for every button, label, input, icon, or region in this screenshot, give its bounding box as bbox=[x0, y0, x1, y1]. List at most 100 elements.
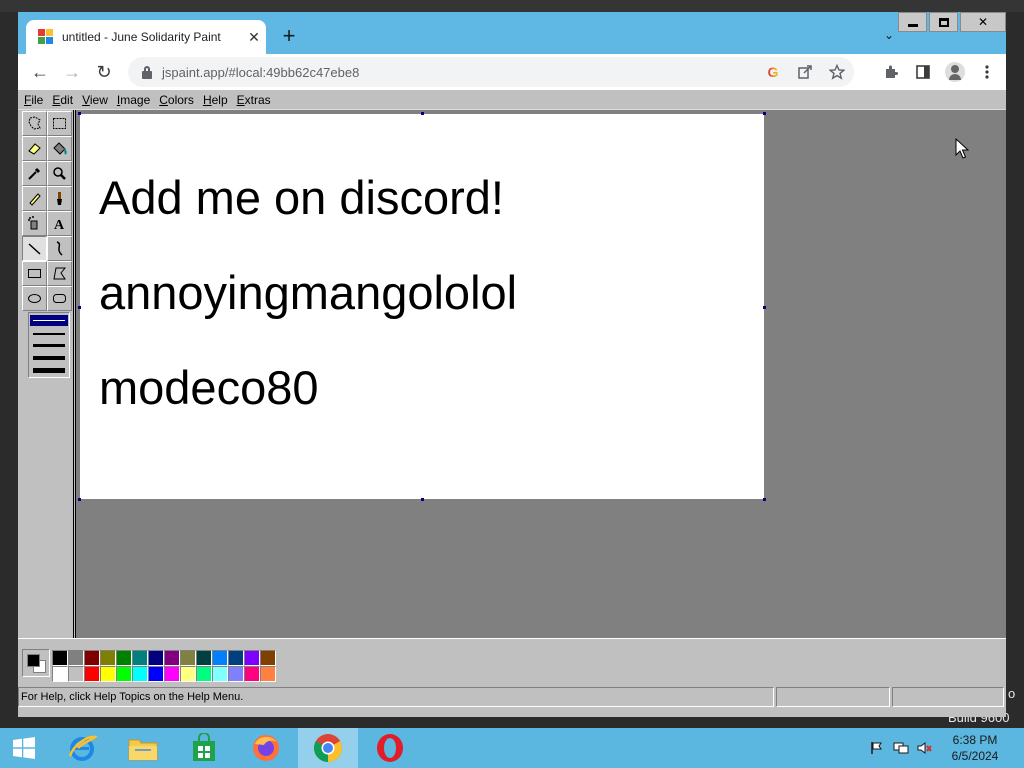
profile-icon[interactable] bbox=[944, 61, 966, 83]
address-url[interactable]: jspaint.app/#local:49bb62c47ebe8 bbox=[162, 65, 359, 80]
palette-swatch[interactable] bbox=[148, 650, 164, 666]
palette-swatch[interactable] bbox=[84, 666, 100, 682]
network-icon[interactable] bbox=[892, 739, 910, 757]
palette-swatch[interactable] bbox=[244, 666, 260, 682]
line-width-4[interactable] bbox=[33, 356, 65, 360]
menu-colors[interactable]: Colors bbox=[155, 93, 199, 107]
airbrush-icon bbox=[26, 215, 43, 232]
tool-airbrush[interactable] bbox=[22, 211, 47, 236]
menu-icon[interactable] bbox=[976, 61, 998, 83]
drawing-canvas[interactable]: Add me on discord! annoyingmangololol mo… bbox=[80, 114, 764, 499]
resize-handle-right[interactable] bbox=[763, 306, 766, 309]
palette-swatch[interactable] bbox=[164, 666, 180, 682]
menu-image[interactable]: Image bbox=[113, 93, 155, 107]
menu-extras[interactable]: Extras bbox=[233, 93, 276, 107]
tool-select[interactable] bbox=[47, 111, 72, 136]
palette-swatch[interactable] bbox=[116, 650, 132, 666]
taskbar-store[interactable] bbox=[174, 728, 234, 768]
reload-button[interactable]: ↻ bbox=[88, 56, 120, 88]
maximize-button[interactable] bbox=[929, 12, 958, 32]
palette-swatch[interactable] bbox=[228, 666, 244, 682]
menu-edit[interactable]: Edit bbox=[48, 93, 78, 107]
palette-swatch[interactable] bbox=[68, 650, 84, 666]
tool-fill[interactable] bbox=[47, 136, 72, 161]
tab-search-button[interactable]: ⌄ bbox=[884, 28, 894, 42]
paint-menubar: File Edit View Image Colors Help Extras bbox=[18, 90, 1006, 110]
palette-swatch[interactable] bbox=[244, 650, 260, 666]
tool-ellipse[interactable] bbox=[22, 286, 47, 311]
palette-swatch[interactable] bbox=[116, 666, 132, 682]
taskbar-file-explorer[interactable] bbox=[113, 728, 173, 768]
menu-view[interactable]: View bbox=[78, 93, 113, 107]
palette-swatch[interactable] bbox=[212, 650, 228, 666]
palette-swatch[interactable] bbox=[68, 666, 84, 682]
palette-swatch[interactable] bbox=[132, 650, 148, 666]
palette-swatch[interactable] bbox=[100, 666, 116, 682]
new-tab-button[interactable]: + bbox=[276, 24, 302, 50]
bookmark-star-icon[interactable] bbox=[828, 63, 846, 81]
palette-swatch[interactable] bbox=[100, 650, 116, 666]
palette-swatch[interactable] bbox=[164, 650, 180, 666]
current-colors[interactable] bbox=[22, 649, 50, 677]
line-width-1[interactable] bbox=[33, 320, 65, 321]
palette-swatch[interactable] bbox=[260, 650, 276, 666]
palette-swatch[interactable] bbox=[180, 666, 196, 682]
palette-swatch[interactable] bbox=[180, 650, 196, 666]
google-icon[interactable]: G bbox=[764, 63, 782, 81]
minimize-icon bbox=[907, 23, 918, 27]
palette-swatch[interactable] bbox=[52, 666, 68, 682]
resize-handle bbox=[78, 306, 81, 309]
minimize-button[interactable] bbox=[898, 12, 927, 32]
back-button[interactable]: ← bbox=[24, 56, 56, 88]
taskbar-opera[interactable] bbox=[360, 728, 420, 768]
line-icon bbox=[26, 240, 43, 257]
palette-swatch[interactable] bbox=[212, 666, 228, 682]
taskbar-ie[interactable] bbox=[52, 728, 112, 768]
tool-eraser[interactable] bbox=[22, 136, 47, 161]
browser-tab[interactable]: untitled - June Solidarity Paint ✕ bbox=[26, 20, 266, 54]
share-icon[interactable] bbox=[796, 63, 814, 81]
tool-brush[interactable] bbox=[47, 186, 72, 211]
palette-swatch[interactable] bbox=[228, 650, 244, 666]
line-width-5[interactable] bbox=[33, 368, 65, 373]
palette-swatch[interactable] bbox=[132, 666, 148, 682]
palette-swatch[interactable] bbox=[196, 666, 212, 682]
tool-rounded-rectangle[interactable] bbox=[47, 286, 72, 311]
side-panel-icon[interactable] bbox=[912, 61, 934, 83]
palette-swatch[interactable] bbox=[260, 666, 276, 682]
address-bar[interactable]: jspaint.app/#local:49bb62c47ebe8 G bbox=[128, 57, 854, 87]
tool-pick-color[interactable] bbox=[22, 161, 47, 186]
paint-favicon-icon bbox=[38, 29, 54, 45]
resize-handle bbox=[421, 112, 424, 115]
tool-free-form-select[interactable] bbox=[22, 111, 47, 136]
foreground-color-swatch[interactable] bbox=[27, 654, 40, 667]
start-button[interactable] bbox=[0, 728, 48, 768]
taskbar-chrome[interactable] bbox=[298, 728, 358, 768]
resize-handle-bottom[interactable] bbox=[421, 498, 424, 501]
forward-button[interactable]: → bbox=[56, 56, 88, 88]
menu-help[interactable]: Help bbox=[199, 93, 233, 107]
palette-swatch[interactable] bbox=[148, 666, 164, 682]
tool-curve[interactable] bbox=[47, 236, 72, 261]
line-width-2[interactable] bbox=[33, 333, 65, 335]
tool-polygon[interactable] bbox=[47, 261, 72, 286]
tool-line[interactable] bbox=[22, 236, 47, 261]
tool-rectangle[interactable] bbox=[22, 261, 47, 286]
action-center-flag-icon[interactable] bbox=[868, 739, 886, 757]
line-width-3[interactable] bbox=[33, 344, 65, 347]
palette-swatch[interactable] bbox=[196, 650, 212, 666]
tab-close-icon[interactable]: ✕ bbox=[242, 29, 266, 46]
menu-file[interactable]: File bbox=[20, 93, 48, 107]
lock-icon[interactable] bbox=[140, 65, 154, 79]
tool-pencil[interactable] bbox=[22, 186, 47, 211]
resize-handle-corner[interactable] bbox=[763, 498, 766, 501]
palette-swatch[interactable] bbox=[84, 650, 100, 666]
tool-text[interactable]: A bbox=[47, 211, 72, 236]
clock[interactable]: 6:38 PM 6/5/2024 bbox=[940, 732, 1010, 764]
close-window-button[interactable]: ✕ bbox=[960, 12, 1006, 32]
tool-magnifier[interactable] bbox=[47, 161, 72, 186]
extensions-icon[interactable] bbox=[880, 61, 902, 83]
taskbar-firefox[interactable] bbox=[236, 728, 296, 768]
palette-swatch[interactable] bbox=[52, 650, 68, 666]
volume-muted-icon[interactable] bbox=[916, 739, 934, 757]
